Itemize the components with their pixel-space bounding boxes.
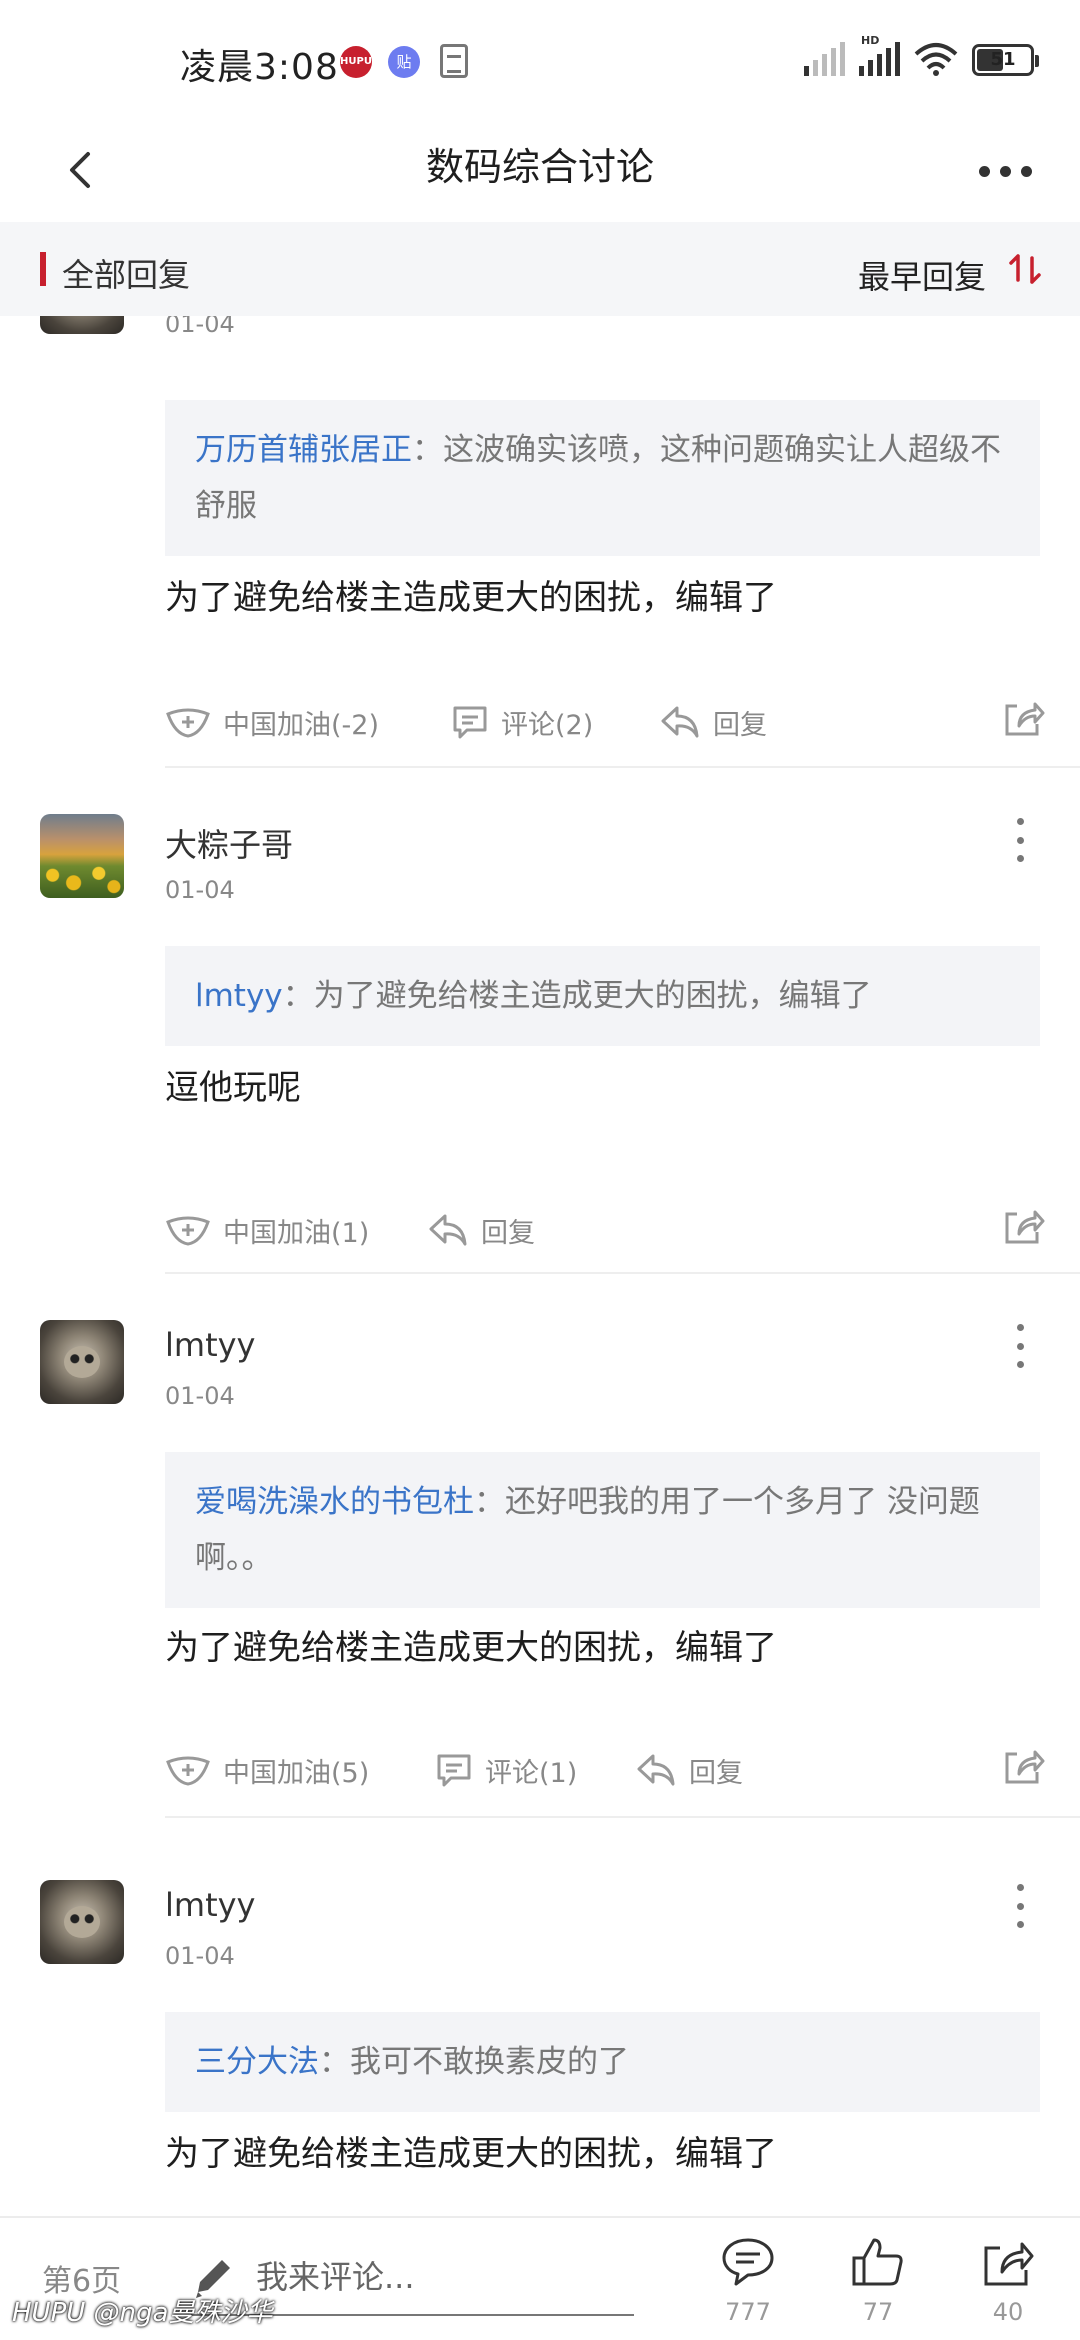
more-options-icon[interactable] (970, 146, 1040, 196)
sort-toggle-icon[interactable] (1006, 250, 1044, 288)
likes-count: 77 (862, 2298, 894, 2326)
reply-button[interactable]: 回复 (427, 1200, 535, 1260)
cheer-button[interactable]: 中国加油(1) (165, 1200, 369, 1260)
comment-count: 评论(2) (501, 709, 594, 741)
reply-content: 为了避免给楼主造成更大的困扰，编辑了 (165, 1628, 777, 1668)
reply-actions: 中国加油(-2) 评论(2) 回复 (165, 692, 1045, 752)
divider (165, 1272, 1080, 1274)
reply-label: 回复 (689, 1757, 743, 1789)
comments-count: 777 (725, 2298, 771, 2326)
quoted-username[interactable]: lmtyy (195, 978, 283, 1014)
quoted-username[interactable]: 万历首辅张居正 (195, 432, 412, 468)
reply-label: 回复 (713, 709, 767, 741)
tieba-app-icon: 贴 (388, 46, 420, 78)
sort-order-button[interactable]: 最早回复 (858, 252, 986, 298)
nav-bar: 数码综合讨论 (0, 120, 1080, 220)
reply-arrow-icon (429, 1214, 467, 1246)
quoted-reply[interactable]: 爱喝洗澡水的书包杜：还好吧我的用了一个多月了 没问题啊。。 (165, 1452, 1040, 1608)
username[interactable]: lmtyy (165, 1886, 255, 1924)
cheer-icon (166, 1756, 210, 1786)
reply-label: 回复 (481, 1217, 535, 1249)
share-icon[interactable] (1001, 1744, 1045, 1788)
cheer-button[interactable]: 中国加油(-2) (165, 692, 379, 752)
reply-menu-icon[interactable] (1010, 1324, 1030, 1368)
cheer-count: 中国加油(1) (223, 1217, 370, 1249)
status-time: 凌晨3:08 (180, 47, 339, 88)
avatar[interactable] (40, 316, 124, 334)
comment-input[interactable]: 我来评论... (256, 2252, 415, 2298)
all-replies-tab[interactable]: 全部回复 (62, 250, 190, 296)
share-icon[interactable] (1001, 696, 1045, 740)
quoted-reply[interactable]: 三分大法：我可不敢换素皮的了 (165, 2012, 1040, 2112)
reply-button[interactable]: 回复 (635, 1740, 743, 1800)
comment-bubble-icon (722, 2238, 774, 2286)
status-bar: 凌晨3:08 HUPU 贴 HD 51 (0, 0, 1080, 120)
like-button[interactable]: 77 (838, 2236, 918, 2326)
quoted-username[interactable]: 三分大法 (195, 2044, 319, 2080)
reply-menu-icon[interactable] (1010, 1884, 1030, 1928)
comments-button[interactable]: 777 (708, 2236, 788, 2326)
reply-menu-icon[interactable] (1010, 818, 1030, 862)
hupu-app-icon: HUPU (340, 46, 372, 78)
share-icon[interactable] (1001, 1204, 1045, 1248)
reply-content: 逗他玩呢 (165, 1068, 301, 1108)
battery-level: 51 (990, 49, 1016, 70)
comment-icon (453, 706, 487, 739)
watermark: HUPU @nga曼殊沙华 (12, 2298, 273, 2328)
reply-actions: 中国加油(1) 回复 (165, 1200, 1045, 1260)
cheer-button[interactable]: 中国加油(5) (165, 1740, 369, 1800)
post-date: 01-04 (165, 1942, 235, 1970)
divider (165, 1816, 1080, 1818)
comment-button[interactable]: 评论(1) (435, 1740, 577, 1800)
comment-icon (437, 1754, 471, 1787)
cheer-count: 中国加油(-2) (223, 709, 379, 741)
reply-content: 为了避免给楼主造成更大的困扰，编辑了 (165, 578, 777, 618)
reply-arrow-icon (637, 1754, 675, 1786)
quoted-reply[interactable]: 万历首辅张居正：这波确实该喷，这种问题确实让人超级不舒服 (165, 400, 1040, 556)
username[interactable]: 大粽子哥 (165, 820, 293, 866)
comment-count: 评论(1) (485, 1757, 578, 1789)
reply-feed[interactable]: 01-04 万历首辅张居正：这波确实该喷，这种问题确实让人超级不舒服 为了避免给… (0, 316, 1080, 2216)
cheer-icon (166, 708, 210, 738)
quoted-text: ：我可不敢换素皮的了 (319, 2044, 629, 2080)
cheer-icon (166, 1216, 210, 1246)
post-date: 01-04 (165, 876, 235, 904)
avatar[interactable] (40, 1880, 124, 1964)
shares-count: 40 (992, 2298, 1024, 2326)
signal-weak-icon (804, 42, 845, 76)
battery-icon: 51 (972, 44, 1039, 76)
post-date: 01-04 (165, 316, 235, 338)
filter-accent-mark (40, 252, 46, 286)
wifi-icon (914, 43, 958, 76)
avatar[interactable] (40, 1320, 124, 1404)
username[interactable]: lmtyy (165, 1326, 255, 1364)
page-title: 数码综合讨论 (425, 145, 654, 189)
reply-content: 为了避免给楼主造成更大的困扰，编辑了 (165, 2134, 777, 2174)
share-icon (984, 2242, 1034, 2286)
reply-filter-bar: 全部回复 最早回复 (0, 222, 1080, 316)
quoted-username[interactable]: 爱喝洗澡水的书包杜 (195, 1484, 474, 1520)
quoted-text: ：为了避免给楼主造成更大的困扰，编辑了 (282, 978, 872, 1014)
reply-arrow-icon (661, 706, 699, 738)
avatar[interactable] (40, 814, 124, 898)
comment-button[interactable]: 评论(2) (451, 692, 593, 752)
share-post-button[interactable]: 40 (968, 2236, 1048, 2326)
cheer-count: 中国加油(5) (223, 1757, 370, 1789)
divider (165, 766, 1080, 768)
signal-hd-icon: HD (859, 34, 900, 76)
thumbs-up-icon (852, 2238, 903, 2286)
clipboard-icon (440, 44, 468, 78)
reply-actions: 中国加油(5) 评论(1) 回复 (165, 1740, 1045, 1800)
reply-button[interactable]: 回复 (659, 692, 767, 752)
post-date: 01-04 (165, 1382, 235, 1410)
quoted-reply[interactable]: lmtyy：为了避免给楼主造成更大的困扰，编辑了 (165, 946, 1040, 1046)
hd-label: HD (861, 34, 880, 47)
